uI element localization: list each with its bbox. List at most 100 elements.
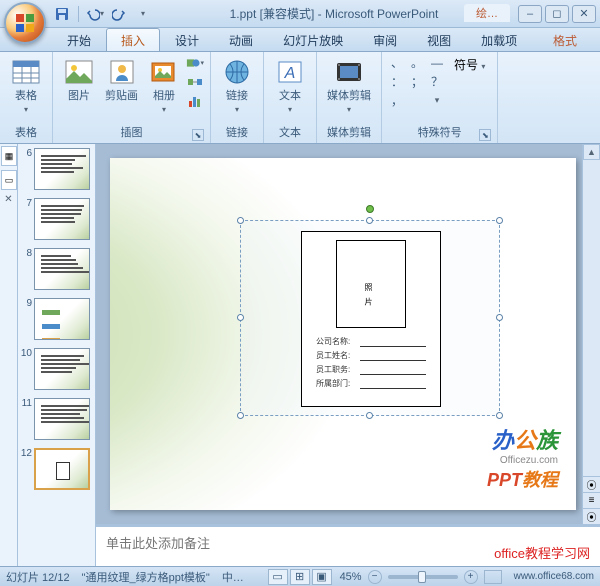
language-indicator[interactable]: 中… (222, 569, 244, 585)
table-button[interactable]: 表格▾ (6, 54, 46, 118)
notes-placeholder: 单击此处添加备注 (106, 536, 210, 551)
symbol-item[interactable]: ； (408, 73, 426, 90)
zoom-in-button[interactable]: + (464, 570, 478, 584)
thumb-number: 6 (20, 148, 34, 190)
group-label-text: 文本 (270, 123, 310, 141)
tab-home[interactable]: 开始 (52, 28, 106, 51)
outline-tab[interactable]: ▦ (1, 146, 17, 166)
slide-thumbnail[interactable]: 12 (20, 448, 93, 490)
tab-review[interactable]: 审阅 (358, 28, 412, 51)
slide-editor: 照 片 公司名称:员工姓名:员工职务:所属部门: 办公族 Officezu.co… (96, 144, 600, 566)
picture-button[interactable]: 图片 (59, 54, 99, 105)
album-icon (148, 56, 180, 88)
group-symbols: 、。— ：；？ ，▾ 符号 ▾ 特殊符号⬊ (382, 52, 498, 143)
resize-handle[interactable] (237, 412, 244, 419)
resize-handle[interactable] (366, 217, 373, 224)
thumb-number: 10 (20, 348, 34, 390)
slideshow-view-button[interactable]: ▣ (312, 569, 332, 585)
svg-text:A: A (284, 65, 296, 82)
selected-object[interactable]: 照 片 公司名称:员工姓名:员工职务:所属部门: (240, 220, 500, 416)
save-button[interactable] (52, 4, 72, 24)
prev-slide-button[interactable]: ⦿ (583, 476, 600, 492)
resize-handle[interactable] (496, 314, 503, 321)
zoom-percent[interactable]: 45% (340, 571, 362, 583)
media-icon (333, 56, 365, 88)
zoom-out-button[interactable]: − (368, 570, 382, 584)
links-button[interactable]: 链接▾ (217, 54, 257, 118)
symbol-item[interactable]: ？ (428, 73, 446, 90)
slide-thumbnail[interactable]: 11 (20, 398, 93, 440)
tab-addins[interactable]: 加载项 (466, 28, 532, 51)
sorter-view-button[interactable]: ⊞ (290, 569, 310, 585)
table-icon (10, 56, 42, 88)
vertical-scrollbar[interactable]: ▲ ⦿ ≡ ⦿ (582, 144, 600, 524)
slide-thumbnail[interactable]: 6 (20, 148, 93, 190)
undo-button[interactable]: ▾ (85, 4, 105, 24)
photo-album-button[interactable]: 相册▾ (144, 54, 184, 118)
fit-to-window-button[interactable] (484, 570, 502, 584)
symbol-item[interactable]: ： (388, 73, 406, 90)
text-button[interactable]: A 文本▾ (270, 54, 310, 118)
field-line (360, 378, 426, 389)
zoom-slider[interactable] (388, 575, 458, 579)
credit-text: office教程学习网 (494, 543, 590, 562)
slide-counter[interactable]: 幻灯片 12/12 (6, 569, 70, 585)
slide-canvas[interactable]: 照 片 公司名称:员工姓名:员工职务:所属部门: 办公族 Officezu.co… (110, 158, 576, 510)
tab-format[interactable]: 格式 (538, 28, 592, 51)
slide-thumbnail[interactable]: 7 (20, 198, 93, 240)
group-links: 链接▾ 链接 (211, 52, 264, 143)
slide-thumbnail[interactable]: 9 (20, 298, 93, 340)
nav-menu-button[interactable]: ≡ (583, 492, 600, 508)
next-slide-button[interactable]: ⦿ (583, 508, 600, 524)
symbols-launcher[interactable]: ⬊ (479, 129, 491, 141)
qat-customize[interactable]: ▾ (133, 4, 153, 24)
tab-view[interactable]: 视图 (412, 28, 466, 51)
close-button[interactable]: ✕ (572, 5, 596, 23)
slides-tab[interactable]: ▭ (1, 170, 17, 190)
credit-url: www.office68.com (514, 571, 594, 582)
clipart-button[interactable]: 剪贴画 (101, 54, 142, 105)
symbol-button[interactable]: 符号 ▾ (448, 54, 491, 75)
resize-handle[interactable] (237, 217, 244, 224)
symbol-item[interactable]: 、 (388, 54, 406, 71)
group-tables: 表格▾ 表格 (0, 52, 53, 143)
tab-insert[interactable]: 插入 (106, 28, 160, 51)
group-label-tables: 表格 (6, 123, 46, 141)
resize-handle[interactable] (237, 314, 244, 321)
ribbon: 表格▾ 表格 图片 剪贴画 相册▾ ▾ 插图⬊ (0, 52, 600, 144)
symbol-item[interactable]: — (428, 56, 446, 70)
thumb-preview (34, 198, 90, 240)
resize-handle[interactable] (496, 217, 503, 224)
notes-pane[interactable]: 单击此处添加备注 office教程学习网 (96, 524, 600, 566)
minimize-button[interactable]: – (518, 5, 542, 23)
symbol-more[interactable]: ▾ (428, 95, 446, 106)
symbol-item[interactable]: 。 (408, 54, 426, 71)
slide-thumbnail[interactable]: 8 (20, 248, 93, 290)
pane-close[interactable]: ✕ (2, 194, 15, 205)
smartart-button[interactable] (186, 73, 204, 91)
shapes-button[interactable]: ▾ (186, 54, 204, 72)
rotate-handle[interactable] (366, 205, 374, 213)
normal-view-button[interactable]: ▭ (268, 569, 288, 585)
symbol-item[interactable]: ， (388, 92, 406, 109)
field-line (360, 350, 426, 361)
chart-button[interactable] (186, 92, 204, 110)
scroll-up[interactable]: ▲ (583, 144, 600, 160)
illustrations-launcher[interactable]: ⬊ (192, 129, 204, 141)
resize-handle[interactable] (366, 412, 373, 419)
tab-design[interactable]: 设计 (160, 28, 214, 51)
office-button[interactable] (4, 2, 46, 44)
redo-button[interactable] (109, 4, 129, 24)
slide-thumbnail[interactable]: 10 (20, 348, 93, 390)
embedded-object[interactable]: 照 片 公司名称:员工姓名:员工职务:所属部门: (301, 231, 441, 407)
thumb-number: 9 (20, 298, 34, 340)
status-bar: 幻灯片 12/12 "通用纹理_绿方格ppt模板" 中… ▭ ⊞ ▣ 45% −… (0, 566, 600, 586)
restore-button[interactable]: ◻ (545, 5, 569, 23)
zoom-thumb[interactable] (418, 571, 426, 583)
watermark: 办公族 Officezu.com PPT教程 (487, 423, 558, 492)
tab-animations[interactable]: 动画 (214, 28, 268, 51)
resize-handle[interactable] (496, 412, 503, 419)
media-button[interactable]: 媒体剪辑▾ (323, 54, 375, 118)
tab-slideshow[interactable]: 幻灯片放映 (268, 28, 358, 51)
thumb-number: 7 (20, 198, 34, 240)
